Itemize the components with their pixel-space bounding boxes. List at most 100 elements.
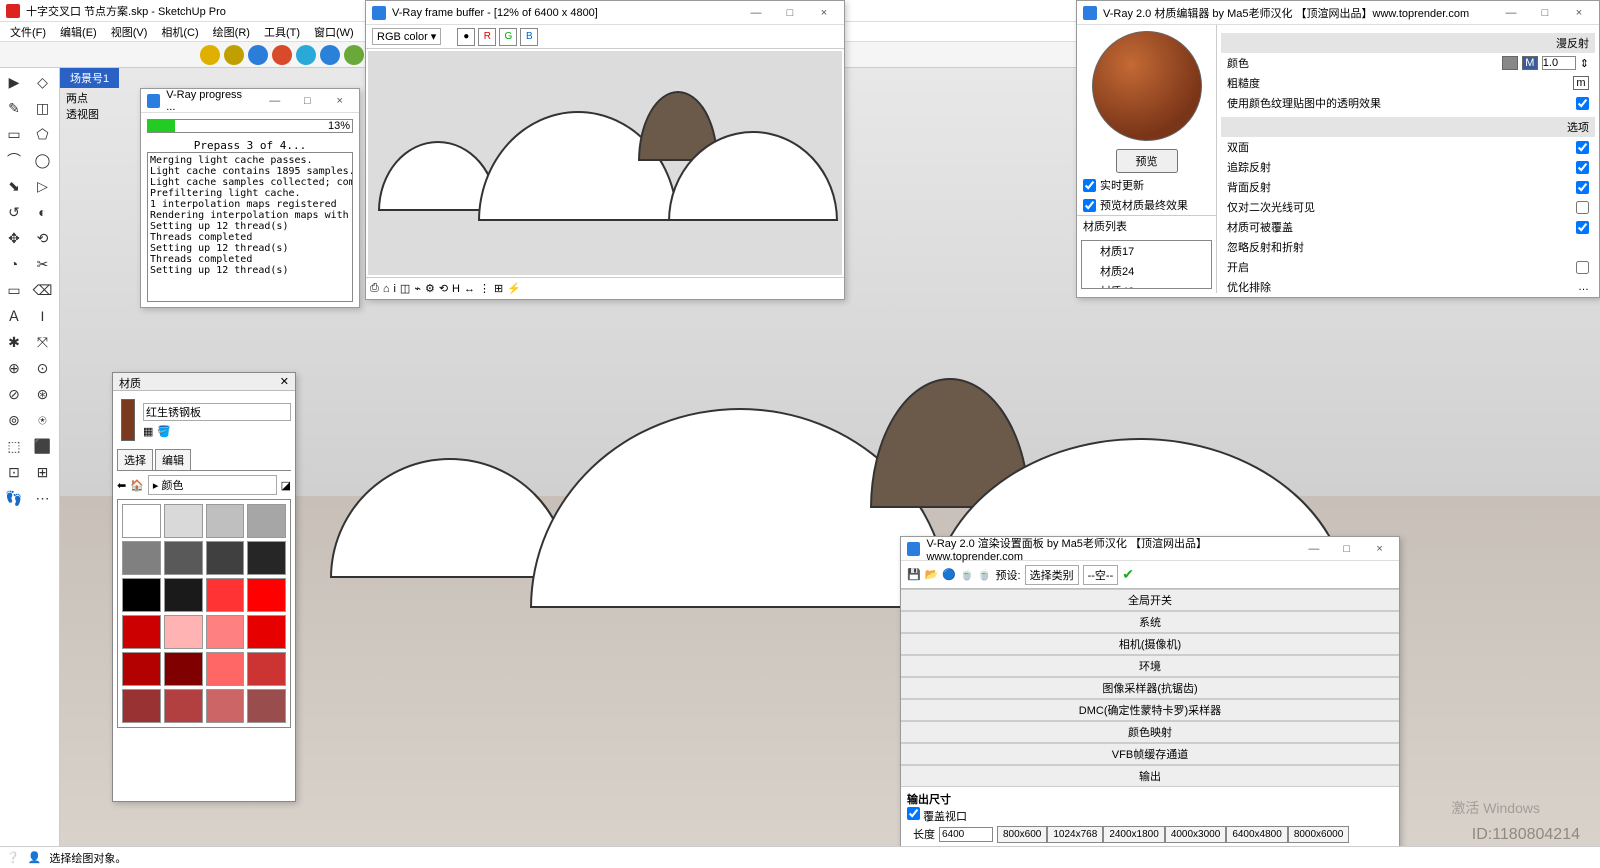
size-preset-button[interactable]: 4000x3000 (1165, 826, 1227, 843)
doublesided-checkbox[interactable] (1576, 141, 1589, 154)
maximize-button[interactable]: □ (776, 7, 804, 19)
teapot1-icon[interactable]: 🍵 (960, 568, 974, 581)
tool-23-icon[interactable]: ⊙ (31, 358, 55, 378)
tool-16-icon[interactable]: ▭ (2, 280, 26, 300)
color-swatch[interactable] (247, 652, 286, 686)
tool-br-icon[interactable] (296, 45, 316, 65)
rs-section[interactable]: 输出 (901, 765, 1399, 787)
rs-section[interactable]: 系统 (901, 611, 1399, 633)
length-input[interactable] (939, 827, 993, 842)
tool-11-icon[interactable]: ◐ (31, 202, 55, 222)
tool-19-icon[interactable]: I (31, 306, 55, 326)
tool-r-icon[interactable] (248, 45, 268, 65)
create-material-icon[interactable]: ▦ (143, 425, 153, 438)
channel-g[interactable]: G (499, 28, 517, 46)
color-swatch[interactable] (247, 504, 286, 538)
tool-22-icon[interactable]: ⊕ (2, 358, 26, 378)
tab-select[interactable]: 选择 (117, 449, 153, 470)
fb-status-icon[interactable]: ⚙ (425, 282, 435, 295)
rs-section[interactable]: 颜色映射 (901, 721, 1399, 743)
channel-b[interactable]: B (520, 28, 538, 46)
trace-refl-checkbox[interactable] (1576, 161, 1589, 174)
color-swatch[interactable] (122, 578, 161, 612)
maximize-button[interactable]: □ (1531, 7, 1559, 19)
user-icon[interactable]: 👤 (28, 851, 42, 864)
channel-r[interactable]: R (478, 28, 496, 46)
tool-18-icon[interactable]: Ａ (2, 306, 26, 326)
tool-9-icon[interactable]: ▷ (31, 176, 55, 196)
tool-1-icon[interactable]: ◇ (31, 72, 55, 92)
tool-10-icon[interactable]: ↺ (2, 202, 26, 222)
override-viewport-checkbox[interactable] (907, 807, 920, 820)
detail-icon[interactable]: ◪ (281, 479, 291, 492)
preset-empty[interactable]: --空-- (1083, 565, 1119, 585)
color-swatch[interactable] (206, 504, 245, 538)
color-swatch[interactable] (164, 578, 203, 612)
material-item[interactable]: 材质42 (1082, 281, 1211, 289)
color-swatch[interactable] (247, 615, 286, 649)
tool-33-icon[interactable]: ⋯ (31, 488, 55, 508)
open-icon[interactable]: 📂 (925, 568, 939, 581)
color-swatch[interactable] (1502, 56, 1518, 70)
back-icon[interactable]: ⬅ (117, 479, 126, 492)
tool-6-icon[interactable] (320, 45, 340, 65)
material-item[interactable]: 材质24 (1082, 261, 1211, 281)
tool-21-icon[interactable]: ⤧ (31, 332, 55, 352)
m-button[interactable]: m (1573, 76, 1589, 90)
color-swatch[interactable] (122, 615, 161, 649)
color-swatch[interactable] (164, 652, 203, 686)
render-icon[interactable]: 🔵 (942, 568, 956, 581)
fb-status-icon[interactable]: ⋮ (479, 282, 490, 295)
tool-4-icon[interactable]: ▭ (2, 124, 26, 144)
minimize-button[interactable]: — (1497, 7, 1525, 19)
maximize-button[interactable]: □ (1333, 543, 1360, 555)
color-swatch[interactable] (122, 541, 161, 575)
color-swatch[interactable] (164, 689, 203, 723)
overridable-checkbox[interactable] (1576, 221, 1589, 234)
menu-tools[interactable]: 工具(T) (258, 22, 306, 42)
spinner-icon[interactable]: ⇕ (1580, 57, 1589, 70)
size-preset-button[interactable]: 6400x4800 (1226, 826, 1288, 843)
size-preset-button[interactable]: 800x600 (997, 826, 1047, 843)
tool-3-icon[interactable]: ◫ (31, 98, 55, 118)
material-name-input[interactable] (143, 403, 291, 421)
save-icon[interactable]: 💾 (907, 568, 921, 581)
rs-section[interactable]: DMC(确定性蒙特卡罗)采样器 (901, 699, 1399, 721)
tool-14-icon[interactable]: ◔ (2, 254, 26, 274)
rs-section[interactable]: VFB帧缓存通道 (901, 743, 1399, 765)
menu-edit[interactable]: 编辑(E) (54, 22, 103, 42)
open-checkbox[interactable] (1576, 261, 1589, 274)
size-preset-button[interactable]: 1024x768 (1047, 826, 1103, 843)
tool-13-icon[interactable]: ⟲ (31, 228, 55, 248)
tool-q-icon[interactable] (224, 45, 244, 65)
rs-section[interactable]: 环境 (901, 655, 1399, 677)
color-swatch[interactable] (164, 615, 203, 649)
size-preset-button[interactable]: 8000x6000 (1288, 826, 1350, 843)
tool-12-icon[interactable]: ✥ (2, 228, 26, 248)
tool-31-icon[interactable]: ⊞ (31, 462, 55, 482)
teapot2-icon[interactable]: 🍵 (978, 568, 992, 581)
tool-28-icon[interactable]: ⬚ (2, 436, 26, 456)
color-swatch[interactable] (122, 689, 161, 723)
fb-status-icon[interactable]: ⊞ (494, 282, 503, 295)
fb-status-icon[interactable]: ⌂ (383, 283, 390, 295)
tool-24-icon[interactable]: ⊘ (2, 384, 26, 404)
color-swatch[interactable] (247, 689, 286, 723)
color-swatch[interactable] (247, 578, 286, 612)
diffuse-value-input[interactable] (1542, 56, 1576, 70)
fb-status-icon[interactable]: ⌁ (414, 282, 421, 295)
secondary-ray-checkbox[interactable] (1576, 201, 1589, 214)
fb-status-icon[interactable]: ⎙ (370, 282, 379, 295)
fb-status-icon[interactable]: ⚡ (507, 282, 521, 295)
tool-15-icon[interactable]: ✂ (31, 254, 55, 274)
color-swatch[interactable] (206, 615, 245, 649)
tool-0-icon[interactable]: ▶ (2, 72, 26, 92)
tool-2-icon[interactable]: ✎ (2, 98, 26, 118)
tab-edit[interactable]: 编辑 (155, 449, 191, 470)
color-swatch[interactable] (164, 504, 203, 538)
color-swatch[interactable] (164, 541, 203, 575)
fb-status-icon[interactable]: ⟲ (439, 282, 448, 295)
size-preset-button[interactable]: 2400x1800 (1103, 826, 1165, 843)
color-swatch[interactable] (206, 578, 245, 612)
tool-26-icon[interactable]: ⊚ (2, 410, 26, 430)
